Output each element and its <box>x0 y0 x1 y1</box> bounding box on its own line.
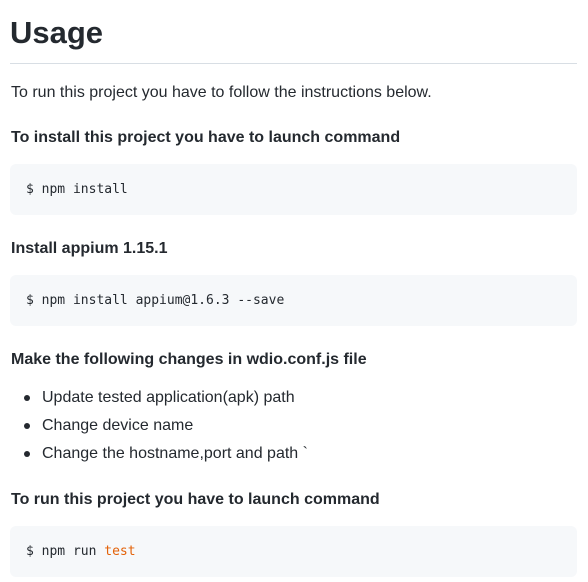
run-code-block: $ npm run test <box>10 526 577 577</box>
run-command-prefix: $ npm run <box>26 544 105 559</box>
run-command-keyword: test <box>104 544 136 559</box>
install-code-block: $ npm install <box>10 164 577 215</box>
config-changes-heading: Make the following changes in wdio.conf.… <box>11 351 367 368</box>
list-item-text: Update tested application(apk) path <box>42 389 295 406</box>
install-heading: To install this project you have to laun… <box>11 129 401 146</box>
bullet-icon <box>24 451 30 457</box>
page-title: Usage <box>10 15 104 50</box>
appium-command: $ npm install appium@1.6.3 --save <box>26 293 285 308</box>
bullet-icon <box>24 395 30 401</box>
intro-paragraph: To run this project you have to follow t… <box>11 84 432 101</box>
bullet-icon <box>24 423 30 429</box>
readme-document: Usage To run this project you have to fo… <box>0 0 588 582</box>
appium-code-block: $ npm install appium@1.6.3 --save <box>10 275 577 326</box>
run-heading: To run this project you have to launch c… <box>11 491 380 508</box>
appium-heading: Install appium 1.15.1 <box>11 240 168 257</box>
list-item-text: Change device name <box>42 417 194 434</box>
title-divider <box>10 63 577 64</box>
list-item-text: Change the hostname,port and path ` <box>42 445 308 462</box>
install-command: $ npm install <box>26 182 128 197</box>
